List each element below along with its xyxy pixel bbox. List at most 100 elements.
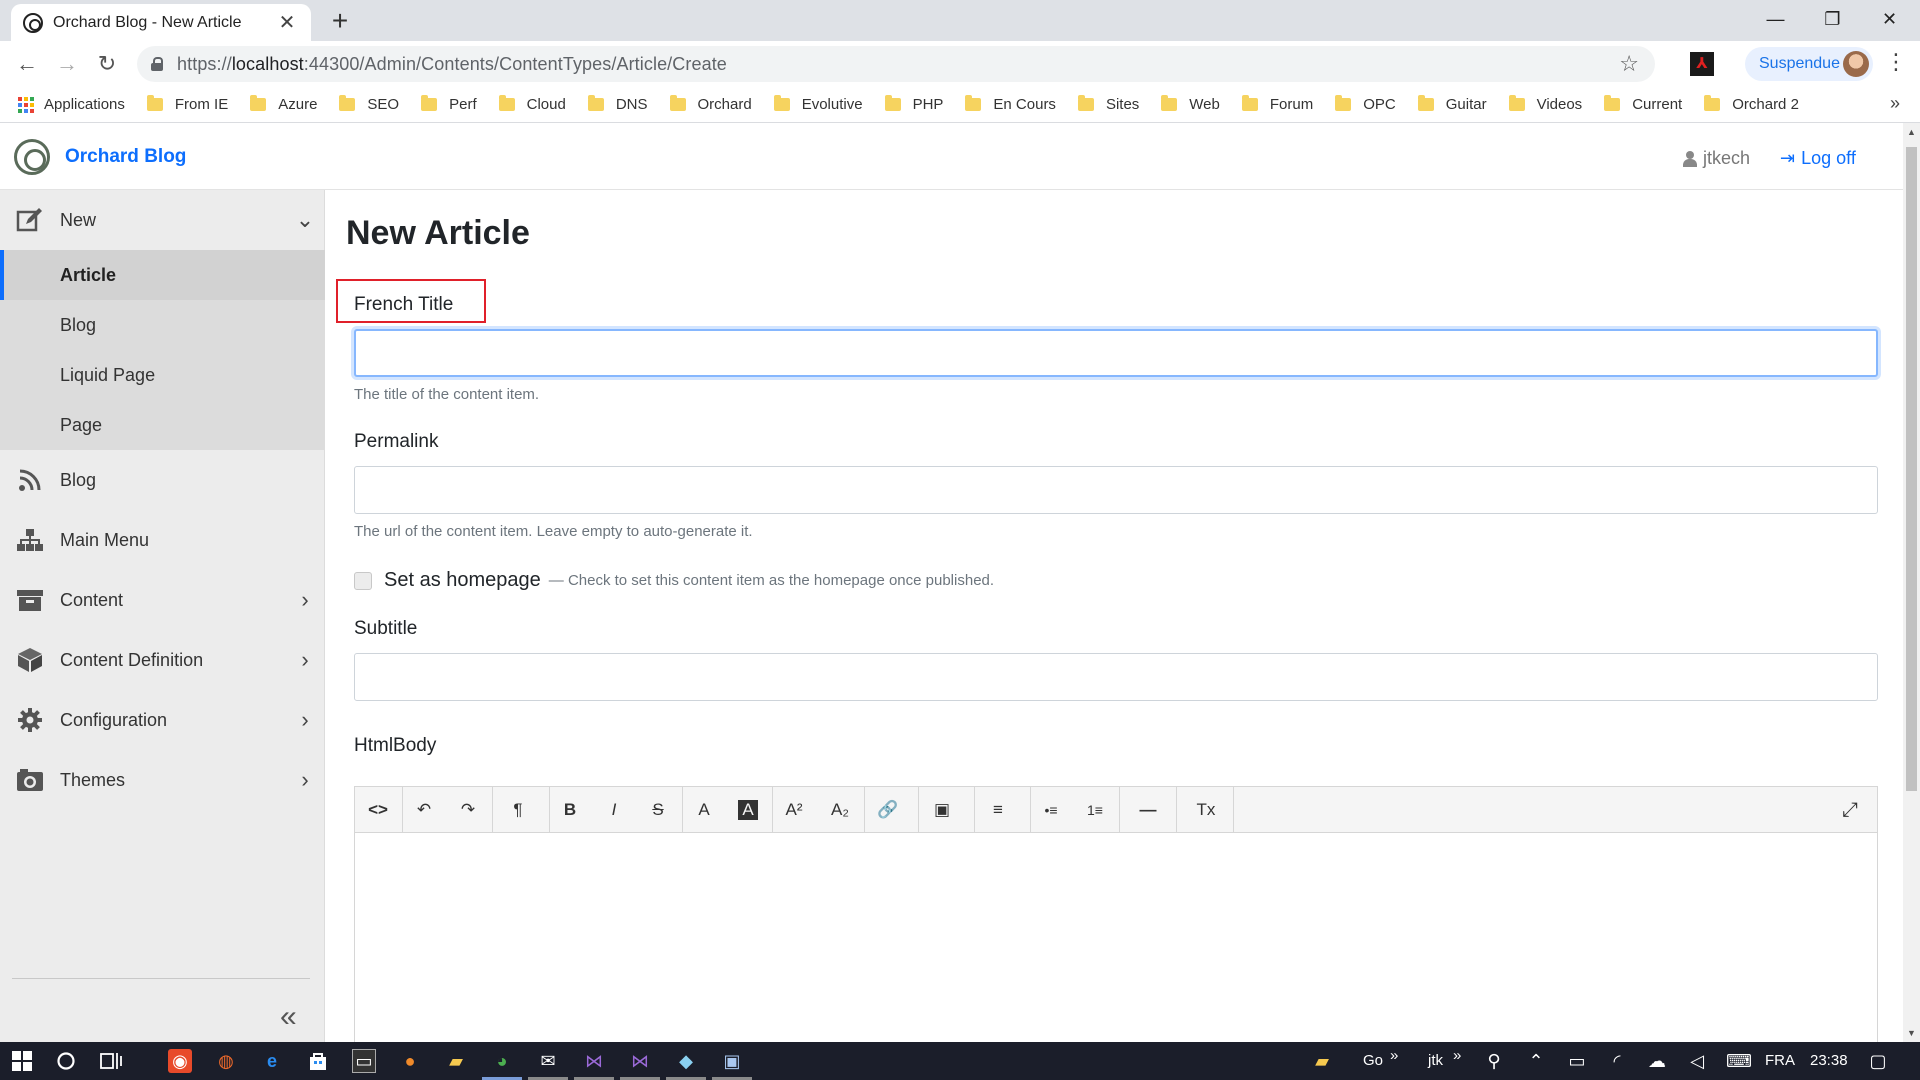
- search-icon[interactable]: [54, 1049, 78, 1073]
- sidebar-sub-article[interactable]: Article: [0, 250, 325, 300]
- input-language[interactable]: FRA: [1765, 1052, 1795, 1069]
- app-blue-icon[interactable]: ◆: [674, 1049, 698, 1073]
- notifications-icon[interactable]: ▢: [1866, 1049, 1890, 1073]
- bookmarks-overflow-icon[interactable]: »: [1890, 93, 1900, 114]
- app-window-icon[interactable]: ▣: [720, 1049, 744, 1073]
- people-icon[interactable]: ⚲: [1482, 1049, 1506, 1073]
- undo-icon[interactable]: ↶: [409, 795, 439, 825]
- html-editor[interactable]: <> ↶ ↷ ¶ B I S A A A² A₂ 🔗 ▣ ≡ •≡ 1≡ — T…: [354, 786, 1878, 1044]
- sidebar-item-content-definition[interactable]: Content Definition ›: [0, 630, 325, 690]
- bullet-list-icon[interactable]: •≡: [1036, 795, 1066, 825]
- chrome-icon[interactable]: ◕: [490, 1049, 514, 1073]
- scroll-up-icon[interactable]: ▲: [1903, 127, 1920, 137]
- sidebar-item-main-menu[interactable]: Main Menu: [0, 510, 325, 570]
- fullscreen-icon[interactable]: ⤢: [1835, 795, 1865, 825]
- task-view-icon[interactable]: [99, 1049, 123, 1073]
- orchard-logo-icon[interactable]: [14, 139, 50, 175]
- visual-studio-icon[interactable]: ⋈: [582, 1049, 606, 1073]
- bookmark-folder[interactable]: OPC: [1335, 95, 1396, 113]
- battery-icon[interactable]: ▭: [1565, 1049, 1589, 1073]
- bookmark-folder[interactable]: Guitar: [1417, 95, 1487, 113]
- bookmark-folder[interactable]: Web: [1161, 95, 1220, 113]
- browser-tab[interactable]: Orchard Blog - New Article ✕: [11, 4, 311, 41]
- link-icon[interactable]: 🔗: [873, 795, 903, 825]
- onedrive-icon[interactable]: ☁: [1645, 1049, 1669, 1073]
- address-bar[interactable]: https://localhost:44300/Admin/Contents/C…: [137, 46, 1655, 82]
- redo-icon[interactable]: ↷: [453, 795, 483, 825]
- sidebar-sub-page[interactable]: Page: [0, 400, 325, 450]
- scroll-down-icon[interactable]: ▼: [1903, 1028, 1920, 1038]
- keyboard-icon[interactable]: ⌨: [1726, 1049, 1752, 1073]
- pdf-extension-icon[interactable]: ⅄: [1690, 52, 1714, 76]
- mail-icon[interactable]: ✉: [536, 1049, 560, 1073]
- firefox-icon[interactable]: ●: [398, 1049, 422, 1073]
- ubuntu-icon[interactable]: ◍: [214, 1049, 238, 1073]
- forward-icon[interactable]: →: [51, 48, 83, 80]
- sidebar-item-configuration[interactable]: Configuration ›: [0, 690, 325, 750]
- bookmark-folder[interactable]: From IE: [146, 95, 228, 113]
- code-view-icon[interactable]: <>: [363, 795, 393, 825]
- bookmark-folder[interactable]: PHP: [884, 95, 943, 113]
- horizontal-rule-icon[interactable]: —: [1133, 795, 1163, 825]
- reload-icon[interactable]: ↻: [91, 48, 123, 80]
- back-icon[interactable]: ←: [11, 48, 43, 80]
- bookmark-star-icon[interactable]: ☆: [1619, 51, 1639, 77]
- bookmark-folder[interactable]: Videos: [1508, 95, 1582, 113]
- bookmark-folder[interactable]: Current: [1604, 95, 1682, 113]
- bookmark-folder[interactable]: Evolutive: [773, 95, 863, 113]
- clock[interactable]: 23:38: [1810, 1052, 1848, 1069]
- tray-up-arrow-icon[interactable]: ⌃: [1524, 1049, 1548, 1073]
- bookmark-apps[interactable]: Applications: [18, 96, 125, 113]
- italic-icon[interactable]: I: [599, 795, 629, 825]
- background-color-icon[interactable]: A: [738, 800, 758, 820]
- profile-button[interactable]: Suspendue: [1745, 47, 1873, 81]
- bold-icon[interactable]: B: [555, 795, 585, 825]
- bookmark-folder[interactable]: Perf: [421, 95, 477, 113]
- scrollbar-thumb[interactable]: [1906, 147, 1917, 791]
- sidebar-item-themes[interactable]: Themes ›: [0, 750, 325, 810]
- homepage-checkbox[interactable]: [354, 571, 372, 590]
- title-input[interactable]: [354, 329, 1878, 377]
- bookmark-folder[interactable]: Azure: [250, 95, 317, 113]
- tray-chevron-icon[interactable]: »: [1453, 1047, 1461, 1064]
- permalink-input[interactable]: [354, 466, 1878, 514]
- sidebar-item-content[interactable]: Content ›: [0, 570, 325, 630]
- tab-close-icon[interactable]: ✕: [275, 10, 299, 35]
- wifi-icon[interactable]: ◜: [1605, 1049, 1629, 1073]
- brand-link[interactable]: Orchard Blog: [65, 146, 186, 168]
- text-color-icon[interactable]: A: [689, 795, 719, 825]
- collapse-sidebar-icon[interactable]: «: [280, 1000, 297, 1034]
- chrome-menu-icon[interactable]: ⋮: [1885, 49, 1907, 75]
- paragraph-format-icon[interactable]: ¶: [503, 795, 533, 825]
- image-icon[interactable]: ▣: [927, 795, 957, 825]
- bookmark-folder[interactable]: Cloud: [498, 95, 566, 113]
- store-icon[interactable]: [306, 1049, 330, 1073]
- bookmark-folder[interactable]: SEO: [339, 95, 399, 113]
- bookmark-folder[interactable]: Sites: [1077, 95, 1139, 113]
- bookmark-folder[interactable]: Orchard 2: [1704, 95, 1799, 113]
- bookmark-folder[interactable]: DNS: [587, 95, 648, 113]
- tray-chevron-icon[interactable]: »: [1390, 1047, 1398, 1064]
- clear-formatting-icon[interactable]: Tx: [1191, 795, 1221, 825]
- volume-icon[interactable]: ◁: [1685, 1049, 1709, 1073]
- bookmark-folder[interactable]: En Cours: [965, 95, 1056, 113]
- numbered-list-icon[interactable]: 1≡: [1080, 795, 1110, 825]
- strikethrough-icon[interactable]: S: [643, 795, 673, 825]
- close-window-button[interactable]: ✕: [1861, 0, 1918, 38]
- windows-start-icon[interactable]: [10, 1049, 34, 1073]
- visual-studio-2-icon[interactable]: ⋈: [628, 1049, 652, 1073]
- tray-folder-icon[interactable]: ▰: [1310, 1049, 1334, 1073]
- subscript-icon[interactable]: A₂: [825, 795, 855, 825]
- file-explorer-icon[interactable]: ▰: [444, 1049, 468, 1073]
- edge-icon[interactable]: e: [260, 1049, 284, 1073]
- user-menu[interactable]: jtkech: [1683, 148, 1750, 169]
- page-scrollbar[interactable]: ▲ ▼: [1903, 123, 1920, 1042]
- app-red-icon[interactable]: ◉: [168, 1049, 192, 1073]
- bookmark-folder[interactable]: Forum: [1241, 95, 1313, 113]
- tray-go-label[interactable]: Go: [1363, 1052, 1383, 1069]
- align-icon[interactable]: ≡: [983, 795, 1013, 825]
- subtitle-input[interactable]: [354, 653, 1878, 701]
- new-tab-button[interactable]: +: [325, 6, 355, 36]
- homepage-label[interactable]: Set as homepage: [384, 569, 541, 592]
- bookmark-folder[interactable]: Orchard: [669, 95, 752, 113]
